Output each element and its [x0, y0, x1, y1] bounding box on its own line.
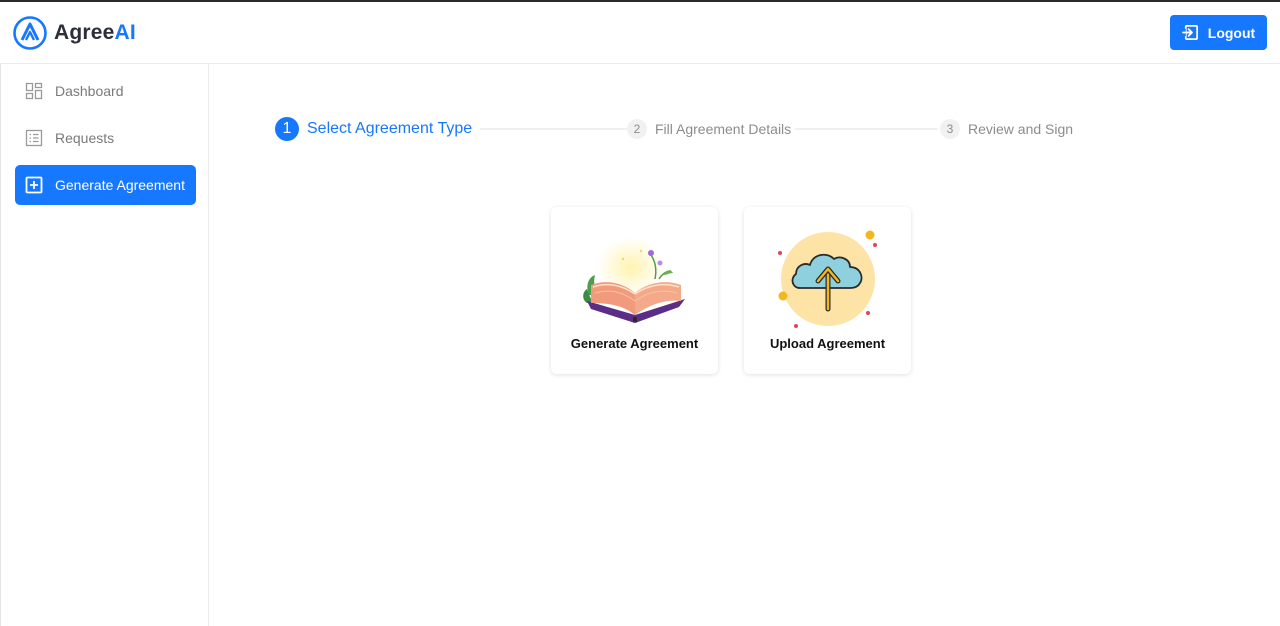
step-review-and-sign[interactable]: 3 Review and Sign — [940, 119, 1073, 139]
cloud-upload-icon — [778, 230, 877, 328]
agreeai-logo-icon — [13, 16, 47, 50]
step-fill-agreement-details[interactable]: 2 Fill Agreement Details — [627, 119, 791, 139]
logout-button[interactable]: Logout — [1170, 15, 1267, 50]
step-connector — [480, 128, 628, 130]
brand-name-part2: AI — [114, 21, 136, 44]
step-label: Review and Sign — [968, 121, 1074, 137]
upload-agreement-card[interactable]: Upload Agreement — [744, 207, 911, 374]
step-label: Select Agreement Type — [307, 120, 473, 137]
step-number: 3 — [940, 119, 960, 139]
sidebar-item-label: Dashboard — [55, 83, 124, 99]
logout-label: Logout — [1207, 24, 1256, 41]
open-book-icon — [583, 237, 685, 323]
dashboard-icon — [25, 82, 43, 100]
sidebar-item-generate-agreement[interactable]: Generate Agreement — [15, 165, 196, 205]
list-icon — [25, 129, 43, 147]
sidebar-item-label: Requests — [55, 130, 115, 146]
step-number: 1 — [275, 117, 299, 141]
step-connector — [795, 128, 938, 130]
logout-icon — [1181, 25, 1198, 40]
sidebar-item-dashboard[interactable]: Dashboard — [15, 71, 196, 111]
step-select-agreement-type[interactable]: 1 Select Agreement Type — [275, 117, 472, 141]
plus-square-icon — [25, 176, 43, 194]
sidebar-item-requests[interactable]: Requests — [15, 118, 196, 158]
top-header: AgreeAI Logout — [0, 2, 1280, 64]
card-label: Generate Agreement — [570, 336, 699, 351]
brand-logo[interactable]: AgreeAI — [12, 15, 136, 51]
generate-agreement-card[interactable]: Generate Agreement — [551, 207, 718, 374]
sidebar-item-label: Generate Agreement — [55, 177, 185, 193]
brand-name: AgreeAI — [54, 21, 136, 45]
card-label: Upload Agreement — [769, 336, 886, 351]
step-number: 2 — [627, 119, 647, 139]
agreement-steps: 1 Select Agreement Type 2 Fill Agreement… — [275, 117, 1075, 141]
sidebar: Dashboard Requests Generate Agreement — [0, 64, 209, 626]
step-label: Fill Agreement Details — [655, 121, 792, 137]
brand-name-part1: Agree — [54, 21, 115, 44]
